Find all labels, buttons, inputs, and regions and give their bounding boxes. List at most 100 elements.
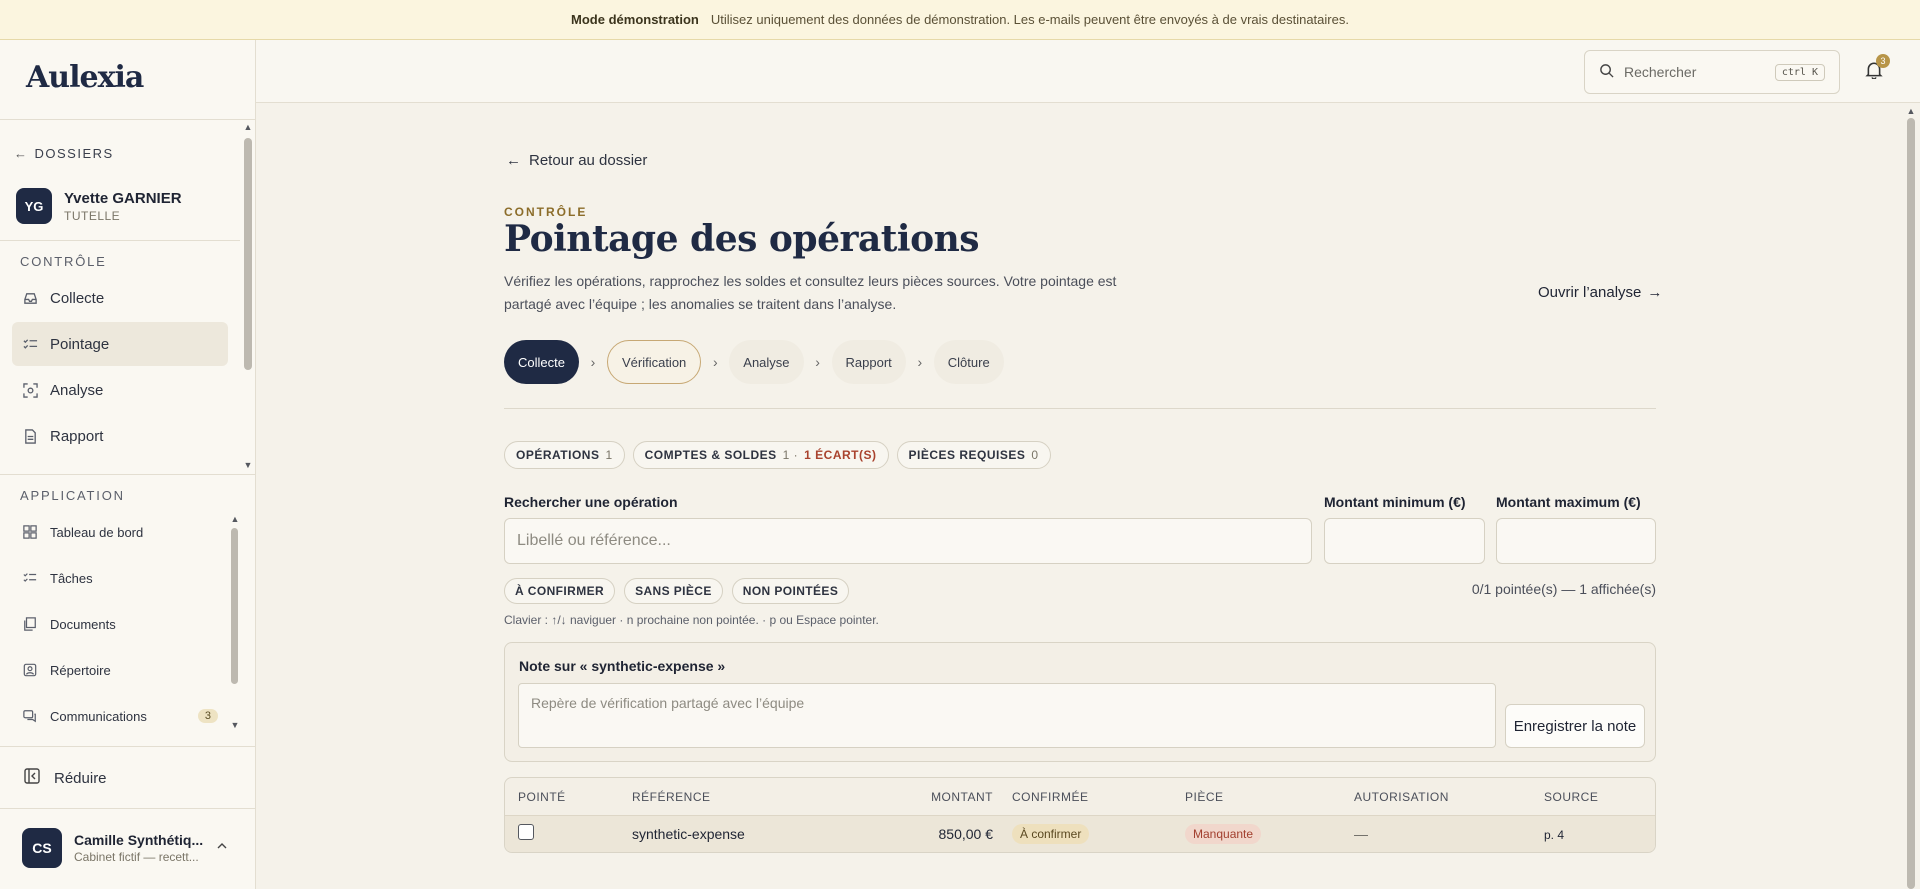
step-verification[interactable]: Vérification	[606, 340, 702, 384]
column-header-confirmee[interactable]: CONFIRMÉE	[1012, 790, 1089, 804]
scroll-up-icon[interactable]: ▲	[243, 122, 253, 132]
app-logo[interactable]: Aulexia	[26, 60, 144, 95]
demo-banner: Mode démonstration Utilisez uniquement d…	[0, 0, 1920, 40]
chevron-right-icon: ›	[815, 354, 820, 370]
scan-icon	[22, 382, 38, 398]
nav-item-rapport[interactable]: Rapport	[12, 414, 228, 458]
table-row[interactable]: synthetic-expense 850,00 € À confirmer M…	[505, 815, 1655, 852]
arrow-left-icon: ←	[14, 146, 29, 161]
global-search-input[interactable]: Rechercher ctrl K	[1584, 50, 1840, 94]
column-header-source[interactable]: SOURCE	[1544, 790, 1598, 804]
client-card[interactable]: YG Yvette GARNIER TUTELLE	[16, 188, 182, 224]
max-amount-label: Montant maximum (€)	[1496, 494, 1641, 510]
nav-item-taches[interactable]: Tâches	[12, 558, 228, 598]
tab-label: OPÉRATIONS	[516, 448, 600, 462]
section-title-application: APPLICATION	[20, 488, 125, 503]
reference-cell: synthetic-expense	[632, 826, 745, 842]
divider	[0, 240, 240, 241]
confirmation-status-badge[interactable]: À confirmer	[1012, 824, 1090, 844]
amount-cell: 850,00 €	[938, 826, 994, 842]
user-menu[interactable]: CS Camille Synthétiq... Cabinet fictif —…	[22, 828, 203, 868]
nav-item-pointage[interactable]: Pointage	[12, 322, 228, 366]
save-note-button[interactable]: Enregistrer la note	[1505, 704, 1645, 748]
tab-pieces-requises[interactable]: PIÈCES REQUISES 0	[896, 441, 1051, 469]
back-label: Retour au dossier	[529, 152, 648, 169]
collapse-sidebar-button[interactable]: Réduire	[24, 768, 107, 788]
tab-label: COMPTES & SOLDES	[644, 448, 777, 462]
search-shortcut: ctrl K	[1774, 63, 1825, 81]
piece-status-badge[interactable]: Manquante	[1185, 824, 1262, 844]
note-panel: Note sur « synthetic-expense » Repère de…	[504, 642, 1656, 762]
dashboard-icon	[22, 524, 38, 540]
keyboard-hint: Clavier : ↑/↓ naviguer · n prochaine non…	[504, 613, 879, 627]
divider	[0, 119, 255, 120]
tab-operations[interactable]: OPÉRATIONS 1	[504, 441, 625, 469]
sidebar-scrollbar[interactable]	[244, 138, 252, 370]
nav-label: Pointage	[50, 335, 110, 353]
column-header-montant[interactable]: MONTANT	[925, 790, 993, 804]
nav-item-repertoire[interactable]: Répertoire	[12, 650, 228, 690]
divider	[0, 746, 255, 747]
column-header-reference[interactable]: RÉFÉRENCE	[632, 790, 711, 804]
nav-item-communications[interactable]: Communications 3	[12, 696, 228, 736]
search-operation-label: Rechercher une opération	[504, 494, 678, 510]
chevron-right-icon: ›	[712, 354, 718, 370]
sidebar: Aulexia ← DOSSIERS YG Yvette GARNIER TUT…	[0, 40, 256, 889]
scroll-down-icon[interactable]: ▼	[243, 460, 253, 470]
source-link[interactable]: p. 4	[1544, 828, 1564, 842]
min-amount-label: Montant minimum (€)	[1324, 494, 1466, 510]
back-to-dossier-link[interactable]: ← Retour au dossier	[506, 152, 647, 169]
nav-label: Tâches	[50, 570, 93, 586]
tab-chips: OPÉRATIONS 1 COMPTES & SOLDES 1 · 1 ÉCAR…	[504, 441, 1051, 469]
note-title: Note sur « synthetic-expense »	[519, 658, 726, 674]
step-cloture[interactable]: Clôture	[933, 340, 1004, 384]
scroll-down-icon[interactable]: ▼	[230, 720, 240, 730]
chevron-up-icon[interactable]	[216, 840, 228, 855]
tab-label: PIÈCES REQUISES	[908, 448, 1026, 462]
nav-item-analyse[interactable]: Analyse	[12, 368, 228, 412]
note-textarea[interactable]: Repère de vérification partagé avec l’éq…	[518, 683, 1496, 748]
max-amount-input[interactable]	[1496, 518, 1656, 564]
min-amount-input[interactable]	[1324, 518, 1485, 564]
tab-warning: 1 ÉCART(S)	[804, 448, 877, 462]
nav-label: Rapport	[50, 427, 104, 445]
step-analyse[interactable]: Analyse	[729, 340, 804, 384]
back-to-dossiers-link[interactable]: ← DOSSIERS	[14, 146, 114, 161]
chevron-right-icon: ›	[590, 354, 596, 370]
nav-item-documents[interactable]: Documents	[12, 604, 228, 644]
step-collecte[interactable]: Collecte	[504, 340, 579, 384]
main-scrollbar[interactable]	[1907, 118, 1915, 889]
input-placeholder: Libellé ou référence...	[517, 532, 671, 549]
search-placeholder: Rechercher	[1624, 64, 1697, 80]
document-icon	[22, 428, 38, 444]
banner-text: Utilisez uniquement des données de démon…	[710, 12, 1349, 27]
scroll-up-icon[interactable]: ▲	[1906, 106, 1916, 116]
nav-item-collecte[interactable]: Collecte	[12, 276, 228, 320]
filter-sans-piece[interactable]: SANS PIÈCE	[624, 578, 723, 604]
step-rapport[interactable]: Rapport	[831, 340, 906, 384]
client-type: TUTELLE	[64, 208, 121, 223]
nav-item-tableau-de-bord[interactable]: Tableau de bord	[12, 512, 228, 552]
search-icon	[1599, 63, 1614, 81]
column-header-pointe[interactable]: POINTÉ	[518, 790, 566, 804]
tab-comptes-soldes[interactable]: COMPTES & SOLDES 1 · 1 ÉCART(S)	[632, 441, 889, 469]
column-header-autorisation[interactable]: AUTORISATION	[1354, 790, 1449, 804]
nav-label: Répertoire	[50, 662, 111, 678]
nav-label: Analyse	[50, 381, 104, 399]
scroll-up-icon[interactable]: ▲	[230, 514, 240, 524]
column-header-piece[interactable]: PIÈCE	[1185, 790, 1224, 804]
pointe-checkbox[interactable]	[518, 824, 534, 840]
open-analysis-link[interactable]: Ouvrir l’analyse →	[1538, 284, 1662, 301]
filter-a-confirmer[interactable]: À CONFIRMER	[504, 578, 616, 604]
open-analysis-label: Ouvrir l’analyse	[1538, 284, 1642, 301]
collapse-icon	[24, 768, 40, 788]
divider	[504, 408, 1656, 409]
nav-label: Communications	[50, 708, 147, 724]
filter-non-pointees[interactable]: NON POINTÉES	[731, 578, 850, 604]
operation-search-input[interactable]: Libellé ou référence...	[504, 518, 1312, 564]
arrow-left-icon: ←	[506, 152, 521, 169]
app-nav-scrollbar[interactable]	[231, 528, 238, 684]
user-avatar: CS	[22, 828, 62, 868]
authorisation-cell: —	[1354, 826, 1368, 842]
contacts-icon	[22, 662, 38, 678]
